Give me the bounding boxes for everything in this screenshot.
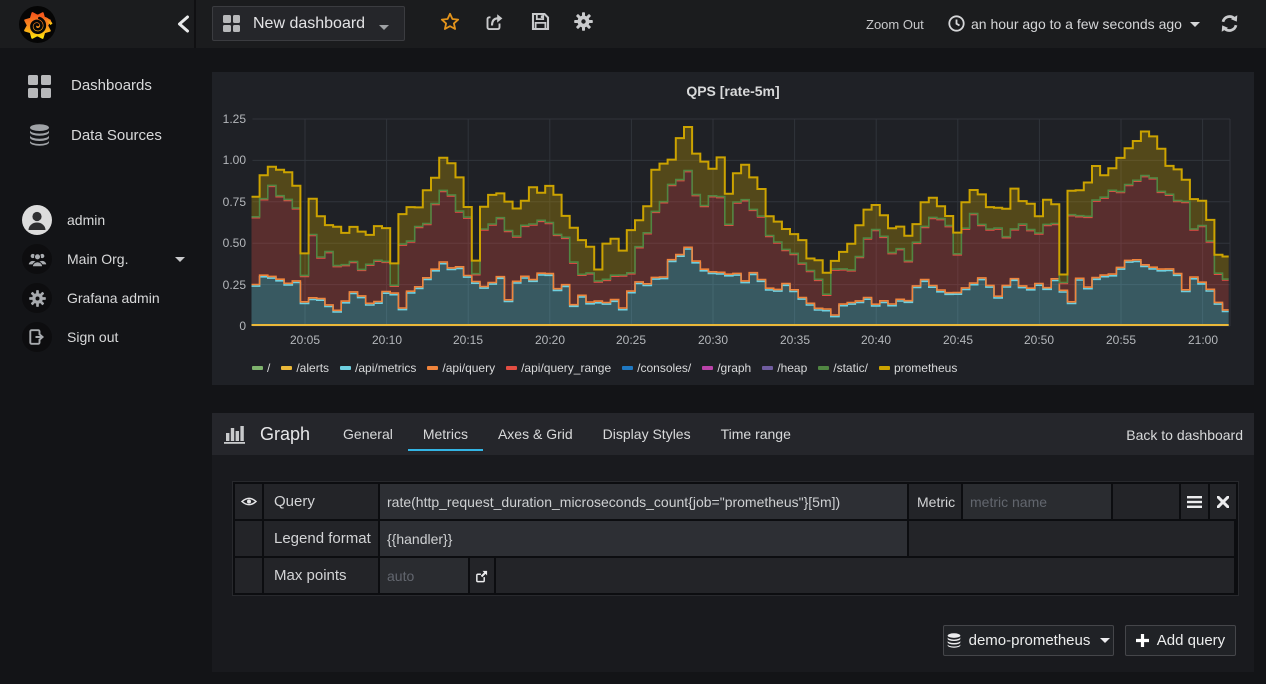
svg-text:1.25: 1.25 <box>223 112 247 126</box>
svg-text:20:45: 20:45 <box>943 333 973 347</box>
svg-text:20:05: 20:05 <box>290 333 320 347</box>
svg-text:20:20: 20:20 <box>535 333 565 347</box>
svg-text:20:55: 20:55 <box>1106 333 1136 347</box>
svg-text:0.75: 0.75 <box>223 195 247 209</box>
svg-text:21:00: 21:00 <box>1188 333 1218 347</box>
svg-text:20:10: 20:10 <box>372 333 402 347</box>
svg-text:20:30: 20:30 <box>698 333 728 347</box>
svg-text:QPS [rate-5m]: QPS [rate-5m] <box>686 83 779 99</box>
svg-text:0.50: 0.50 <box>223 236 247 250</box>
svg-text:0: 0 <box>239 319 246 333</box>
svg-text:0.25: 0.25 <box>223 278 247 292</box>
svg-text:20:15: 20:15 <box>453 333 483 347</box>
svg-text:20:50: 20:50 <box>1024 333 1054 347</box>
svg-text:20:35: 20:35 <box>780 333 810 347</box>
svg-text:1.00: 1.00 <box>223 153 247 167</box>
svg-text:20:25: 20:25 <box>616 333 646 347</box>
svg-text:20:40: 20:40 <box>861 333 891 347</box>
